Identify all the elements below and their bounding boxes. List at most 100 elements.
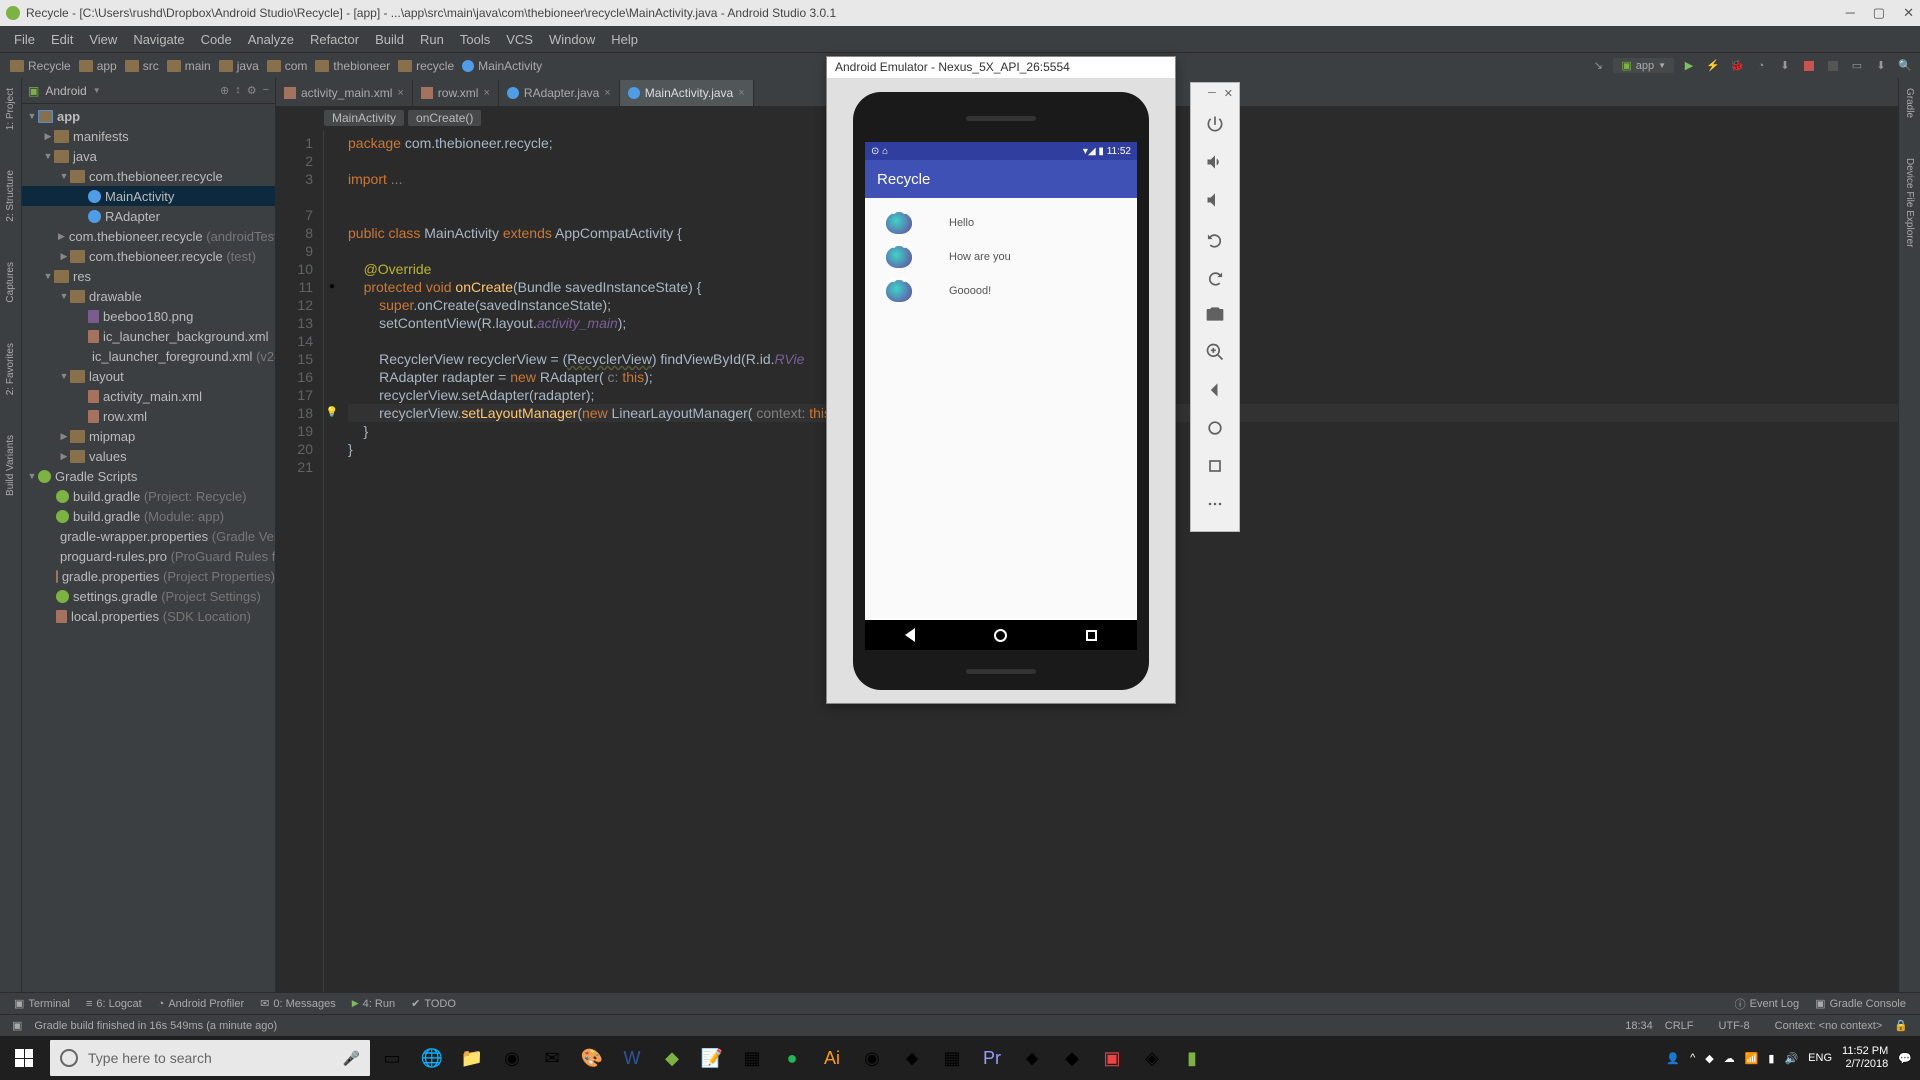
list-item[interactable]: Gooood! — [865, 274, 1137, 308]
unity-icon[interactable]: ◈ — [1132, 1036, 1172, 1080]
tree-app[interactable]: app — [57, 109, 80, 124]
menu-file[interactable]: File — [6, 32, 43, 47]
chevron-up-icon[interactable]: ^ — [1690, 1052, 1695, 1064]
menu-code[interactable]: Code — [193, 32, 240, 47]
steam-icon[interactable]: ◉ — [852, 1036, 892, 1080]
tree-mainactivity[interactable]: MainActivity — [105, 189, 174, 204]
tree-gp[interactable]: gradle.properties — [62, 569, 160, 584]
crumb-7[interactable]: recycle — [416, 59, 454, 73]
android-studio-icon[interactable]: ◆ — [652, 1036, 692, 1080]
tree-res[interactable]: res — [73, 269, 91, 284]
status-lineend[interactable]: CRLF — [1659, 1020, 1700, 1032]
tree-gw[interactable]: gradle-wrapper.properties — [60, 529, 208, 544]
crumb-2[interactable]: src — [143, 59, 159, 73]
crumb-method[interactable]: onCreate() — [408, 110, 481, 126]
gear-icon[interactable]: ⚙ — [247, 84, 257, 97]
premiere-icon[interactable]: Pr — [972, 1036, 1012, 1080]
tool-captures[interactable]: Captures — [5, 262, 16, 303]
tree-pkg2[interactable]: com.thebioneer.recycle — [69, 229, 203, 244]
tab-mainactivity[interactable]: MainActivity.java× — [620, 80, 754, 106]
tab-radapter[interactable]: RAdapter.java× — [499, 80, 620, 106]
recycler-list[interactable]: Hello How are you Gooood! — [865, 198, 1137, 316]
dropbox-icon[interactable]: ◆ — [1705, 1052, 1713, 1065]
notes-icon[interactable]: 📝 — [692, 1036, 732, 1080]
tree-manifests[interactable]: manifests — [73, 129, 129, 144]
app-icon[interactable]: ⬥ — [892, 1036, 932, 1080]
explorer-icon[interactable]: 📁 — [452, 1036, 492, 1080]
menu-tools[interactable]: Tools — [452, 32, 498, 47]
onedrive-icon[interactable]: ☁ — [1724, 1052, 1735, 1065]
menu-navigate[interactable]: Navigate — [125, 32, 192, 47]
tool-run[interactable]: ▶4: Run — [344, 998, 403, 1010]
sdk-manager-icon[interactable]: ⬇ — [1872, 57, 1890, 75]
tree-pkg3[interactable]: com.thebioneer.recycle — [89, 249, 223, 264]
search-box[interactable]: Type here to search 🎤 — [50, 1040, 370, 1076]
tree-bg1[interactable]: build.gradle — [73, 489, 140, 504]
tool-logcat[interactable]: ≡6: Logcat — [78, 998, 150, 1010]
tool-eventlog[interactable]: ⓘEvent Log — [1727, 996, 1808, 1012]
close-icon[interactable]: × — [738, 87, 744, 99]
tree-lay1[interactable]: activity_main.xml — [103, 389, 202, 404]
tree-beeboo[interactable]: beeboo180.png — [103, 309, 193, 324]
mail-icon[interactable]: ✉ — [532, 1036, 572, 1080]
app-icon[interactable]: ◆ — [1052, 1036, 1092, 1080]
menu-help[interactable]: Help — [603, 32, 646, 47]
hide-icon[interactable]: − — [263, 84, 269, 97]
collapse-icon[interactable]: ⊕ — [220, 84, 229, 97]
apply-changes-icon[interactable]: ⚡ — [1704, 57, 1722, 75]
tool-messages[interactable]: ✉0: Messages — [252, 997, 344, 1010]
tree-pg[interactable]: proguard-rules.pro — [60, 549, 167, 564]
tool-favorites[interactable]: 2: Favorites — [5, 343, 16, 395]
tool-structure[interactable]: 2: Structure — [5, 170, 16, 222]
attach-icon[interactable]: ⬇ — [1776, 57, 1794, 75]
battery-icon[interactable]: ▮ — [1768, 1052, 1774, 1065]
volume-up-icon[interactable] — [1191, 143, 1239, 181]
tree-lay2[interactable]: row.xml — [103, 409, 147, 424]
tree-layout[interactable]: layout — [89, 369, 124, 384]
volume-down-icon[interactable] — [1191, 181, 1239, 219]
tree-drawable[interactable]: drawable — [89, 289, 142, 304]
tree-values[interactable]: values — [89, 449, 127, 464]
tree-radapter[interactable]: RAdapter — [105, 209, 160, 224]
crumb-5[interactable]: com — [285, 59, 308, 73]
people-icon[interactable]: 👤 — [1666, 1052, 1680, 1065]
tree-icbg[interactable]: ic_launcher_background.xml — [103, 329, 268, 344]
close-icon[interactable]: × — [604, 87, 610, 99]
status-lock-icon[interactable]: 🔒 — [1888, 1019, 1914, 1032]
menu-window[interactable]: Window — [541, 32, 603, 47]
minimize-button[interactable]: ─ — [1846, 5, 1855, 21]
paint-icon[interactable]: 🎨 — [572, 1036, 612, 1080]
project-view-selector[interactable]: Android — [45, 84, 86, 98]
crumb-4[interactable]: java — [237, 59, 259, 73]
clock[interactable]: 11:52 PM 2/7/2018 — [1842, 1045, 1888, 1071]
tree-lp[interactable]: local.properties — [71, 609, 159, 624]
calendar-icon[interactable]: ▦ — [732, 1036, 772, 1080]
tool-project[interactable]: 1: Project — [5, 88, 16, 130]
tool-variants[interactable]: Build Variants — [5, 435, 16, 496]
more-icon[interactable] — [1191, 485, 1239, 523]
start-button[interactable] — [0, 1036, 48, 1080]
chrome-icon[interactable]: ◉ — [492, 1036, 532, 1080]
home-icon[interactable] — [1191, 409, 1239, 447]
profiler-icon[interactable]: ◔ — [1752, 57, 1770, 75]
tool-todo[interactable]: ✔TODO — [403, 997, 464, 1010]
recents-button[interactable] — [1086, 630, 1097, 641]
list-item[interactable]: Hello — [865, 206, 1137, 240]
status-encoding[interactable]: UTF-8 — [1712, 1020, 1755, 1032]
tool-device-explorer[interactable]: Device File Explorer — [1904, 158, 1915, 247]
tab-activity-main[interactable]: activity_main.xml× — [276, 80, 413, 106]
run-button[interactable]: ▶ — [1680, 57, 1698, 75]
status-context[interactable]: Context: <no context> — [1769, 1020, 1889, 1032]
project-tree[interactable]: ▼app ▶manifests ▼java ▼com.thebioneer.re… — [22, 104, 275, 992]
stop-button[interactable] — [1800, 57, 1818, 75]
close-icon[interactable]: × — [483, 87, 489, 99]
list-item[interactable]: How are you — [865, 240, 1137, 274]
stop-button-2[interactable] — [1824, 57, 1842, 75]
maximize-button[interactable]: ▢ — [1873, 5, 1885, 21]
search-icon[interactable]: 🔍 — [1896, 57, 1914, 75]
tree-pkg1[interactable]: com.thebioneer.recycle — [89, 169, 223, 184]
back-button[interactable] — [905, 628, 915, 642]
calculator-icon[interactable]: ▦ — [932, 1036, 972, 1080]
back-icon[interactable] — [1191, 371, 1239, 409]
close-button[interactable]: ✕ — [1903, 5, 1914, 21]
